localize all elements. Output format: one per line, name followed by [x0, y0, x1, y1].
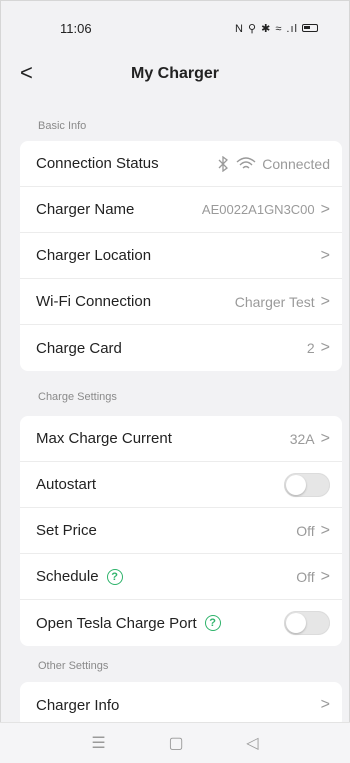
back-icon[interactable]: ◁	[246, 733, 258, 753]
status-time: 11:06	[60, 20, 92, 36]
chevron-right-icon: >	[320, 521, 330, 539]
chevron-right-icon: >	[320, 696, 330, 713]
page-title: My Charger	[130, 65, 220, 82]
section-basic-info: Basic Info	[38, 120, 87, 132]
charge-card-row[interactable]: Charge Card 2 >	[20, 325, 342, 371]
charge-card-label: Charge Card	[36, 339, 122, 357]
status-icons: N ⚲ ✱ ≈ .ıl	[235, 22, 318, 35]
connection-status-value: Connected	[262, 155, 330, 172]
charge-card-value: 2	[306, 340, 315, 356]
charger-name-label: Charger Name	[36, 201, 135, 218]
wifi-connection-label: Wi-Fi Connection	[36, 293, 152, 310]
charger-info-label: Charger Info	[36, 696, 120, 714]
set-price-value: Off	[296, 522, 315, 539]
wifi-connection-value: Charger Test	[234, 293, 315, 310]
bluetooth-icon	[218, 155, 229, 172]
wifi-connection-row[interactable]: Wi-Fi Connection Charger Test >	[20, 279, 342, 325]
section-charge-settings: Charge Settings	[38, 391, 117, 403]
connection-status-row[interactable]: Connection Status Connected	[20, 141, 342, 187]
tesla-charge-port-row: Open Tesla Charge Port ?	[20, 600, 342, 646]
chevron-right-icon: >	[320, 292, 330, 310]
chevron-right-icon: >	[320, 429, 330, 447]
max-charge-current-row[interactable]: Max Charge Current 32A >	[20, 416, 342, 462]
menu-icon[interactable]: ☰	[91, 733, 105, 753]
home-icon[interactable]: ▢	[168, 733, 183, 753]
chevron-right-icon: >	[320, 567, 330, 585]
wifi-icon	[236, 156, 256, 169]
basic-info-card: Connection Status Connected Charger Name…	[20, 141, 342, 371]
charger-name-value: AE0022A1GN3C00	[201, 202, 315, 217]
toggle-knob	[286, 474, 306, 495]
schedule-label: Schedule	[36, 568, 99, 585]
help-icon[interactable]: ?	[204, 615, 221, 631]
schedule-value: Off	[296, 568, 315, 585]
set-price-label: Set Price	[36, 522, 97, 539]
max-charge-current-value: 32A	[289, 430, 315, 447]
autostart-label: Autostart	[36, 476, 97, 493]
status-indicators: N ⚲ ✱ ≈ .ıl	[234, 22, 298, 35]
set-price-row[interactable]: Set Price Off >	[20, 508, 342, 554]
status-bar: 11:06 N ⚲ ✱ ≈ .ıl	[0, 0, 350, 56]
toggle-knob	[286, 613, 306, 633]
chevron-right-icon: >	[320, 200, 330, 218]
autostart-toggle[interactable]	[284, 472, 330, 497]
back-button[interactable]: <	[20, 60, 33, 86]
charger-location-label: Charger Location	[36, 247, 152, 264]
screen-frame	[0, 0, 350, 763]
battery-icon	[302, 24, 318, 32]
charger-name-row[interactable]: Charger Name AE0022A1GN3C00 >	[20, 187, 342, 233]
autostart-row: Autostart	[20, 462, 342, 508]
system-nav-bar: ☰ ▢ ◁	[0, 722, 350, 763]
max-charge-current-label: Max Charge Current	[36, 430, 172, 447]
charge-settings-card: Max Charge Current 32A > Autostart Set P…	[20, 416, 342, 646]
help-icon[interactable]: ?	[106, 568, 123, 585]
chevron-right-icon: >	[320, 339, 330, 356]
connection-status-label: Connection Status	[36, 155, 159, 172]
tesla-charge-port-toggle[interactable]	[284, 611, 330, 635]
charger-location-row[interactable]: Charger Location >	[20, 233, 342, 279]
schedule-row[interactable]: Schedule ? Off >	[20, 554, 342, 600]
chevron-right-icon: >	[320, 246, 330, 264]
section-other-settings: Other Settings	[38, 660, 109, 672]
tesla-charge-port-label: Open Tesla Charge Port	[36, 614, 197, 632]
nav-bar: < My Charger	[0, 56, 350, 92]
